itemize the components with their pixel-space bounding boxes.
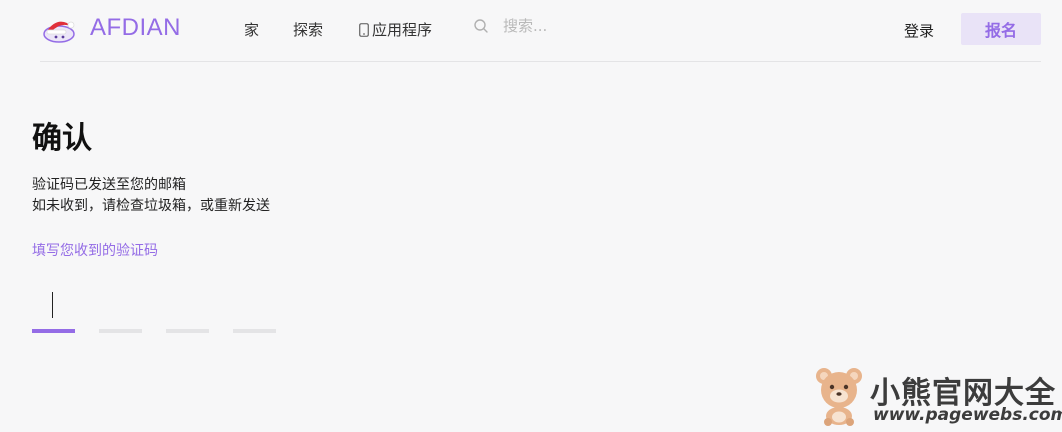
info-line-resend: 如未收到，请检查垃圾箱，或重新发送 <box>32 198 270 214</box>
phone-icon <box>359 22 369 37</box>
search-icon <box>474 19 488 33</box>
nav-item-app[interactable]: 应用程序 <box>359 19 432 40</box>
code-label: 填写您收到的验证码 <box>32 243 158 259</box>
info-line-sent: 验证码已发送至您的邮箱 <box>32 177 186 193</box>
nav-item-explore[interactable]: 探索 <box>293 19 323 40</box>
top-header: AFDIAN 家 探索 应用程序 登录 报名 <box>0 0 1062 62</box>
search-input[interactable] <box>503 17 663 35</box>
afdian-logo-icon <box>43 21 75 43</box>
text-caret <box>52 292 53 318</box>
site-watermark: 小熊官网大全 www.pagewebs.com <box>812 364 1062 426</box>
login-link[interactable]: 登录 <box>904 20 934 41</box>
watermark-url: www.pagewebs.com <box>873 405 1062 425</box>
code-digit-2-underline <box>99 329 142 333</box>
code-digit-1[interactable] <box>32 283 75 333</box>
verification-code-input <box>32 283 276 333</box>
header-divider <box>40 61 1041 62</box>
page-title: 确认 <box>32 121 92 156</box>
brand-name: AFDIAN <box>90 14 182 41</box>
code-digit-2[interactable] <box>99 283 142 333</box>
code-digit-3[interactable] <box>166 283 209 333</box>
signup-button[interactable]: 报名 <box>961 13 1041 45</box>
code-digit-4-underline <box>233 329 276 333</box>
brand-logo[interactable]: AFDIAN <box>40 12 181 44</box>
code-digit-1-underline <box>32 329 75 333</box>
nav-item-home[interactable]: 家 <box>244 19 259 40</box>
nav-item-app-label: 应用程序 <box>372 21 433 39</box>
main-nav: 家 探索 应用程序 <box>244 19 432 40</box>
search-bar[interactable] <box>473 17 673 35</box>
verification-info: 验证码已发送至您的邮箱 如未收到，请检查垃圾箱，或重新发送 <box>32 175 270 217</box>
code-digit-3-underline <box>166 329 209 333</box>
code-digit-4[interactable] <box>233 283 276 333</box>
page: AFDIAN 家 探索 应用程序 登录 报名 确认 验证码已发送 <box>0 0 1062 432</box>
bear-mascot-icon <box>816 368 862 426</box>
